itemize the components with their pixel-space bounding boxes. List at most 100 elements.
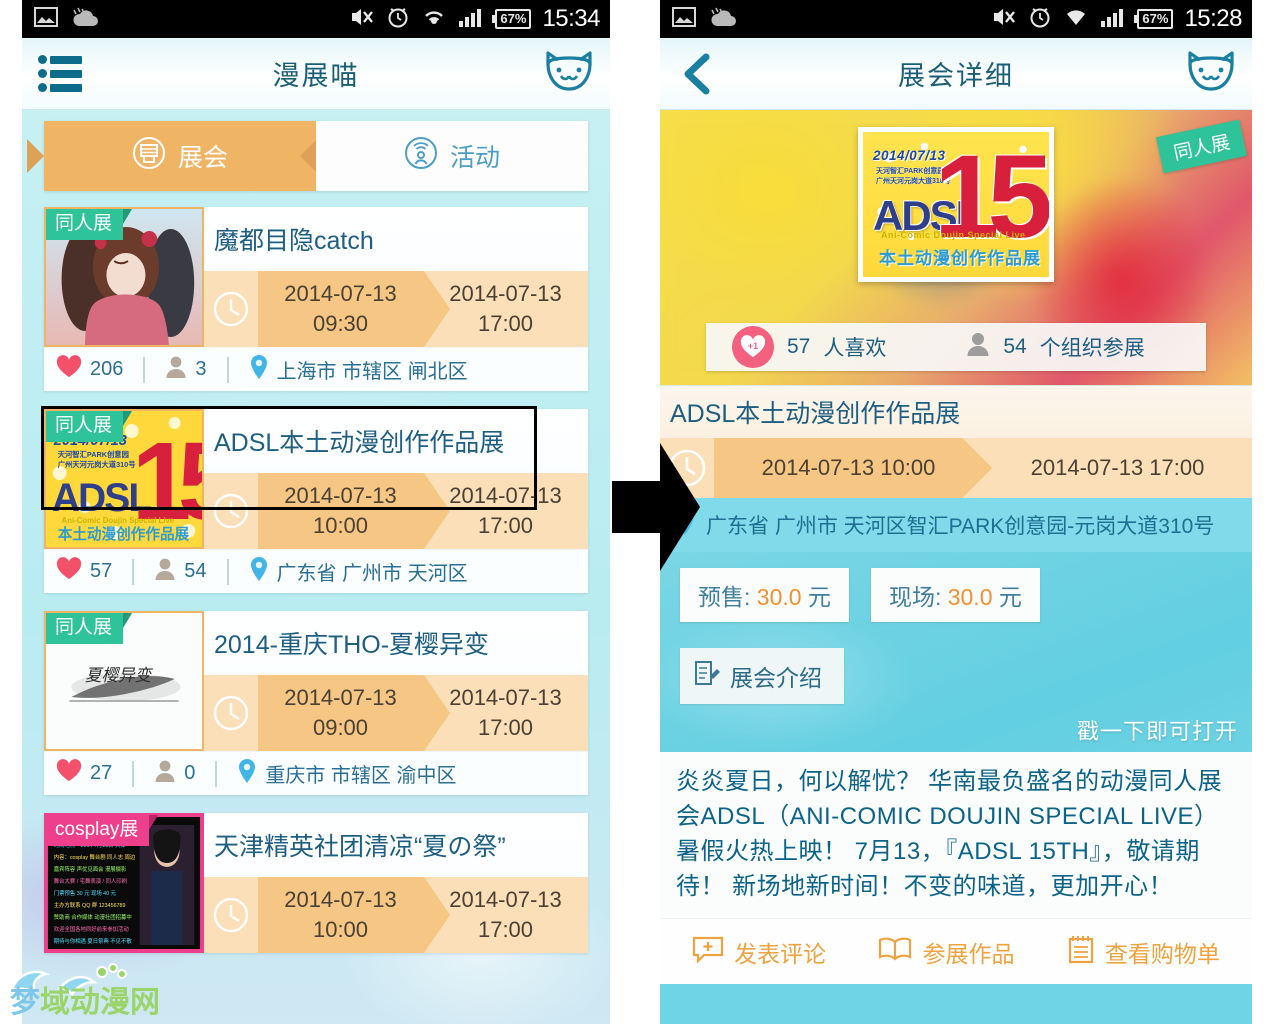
price-row: 预售: 30.0 元 现场: 30.0 元 xyxy=(660,568,1252,622)
event-thumbnail: 同人展 xyxy=(44,207,204,347)
event-time-band: 2014-07-13 10:00 2014-07-13 17:00 xyxy=(204,877,588,953)
svg-text:内容：cosplay 舞台剧 同人志 周边: 内容：cosplay 舞台剧 同人志 周边 xyxy=(54,853,136,861)
event-time-band: 2014-07-13 09:30 2014-07-13 17:00 xyxy=(204,271,588,347)
event-start-date: 2014-07-13 xyxy=(284,281,397,306)
event-end: 2014-07-13 17:00 xyxy=(423,885,588,945)
detail-time-band: 2014-07-13 10:00 2014-07-13 17:00 xyxy=(660,438,1252,498)
svg-text:主办方联系 QQ 群 123456789: 主办方联系 QQ 群 123456789 xyxy=(54,901,126,909)
like-count-cell[interactable]: 206 xyxy=(56,354,123,385)
tab-exhibition-label: 展会 xyxy=(177,144,228,172)
tab-activity[interactable]: 活动 xyxy=(316,121,588,191)
tab-exhibition[interactable]: 展会 xyxy=(44,121,316,191)
like-count: 57 xyxy=(90,560,113,582)
event-card[interactable]: 同人展 魔都目隐catch 2014-07-13 09:30 2014-07-1… xyxy=(44,207,588,391)
like-count-cell[interactable]: 27 xyxy=(56,758,113,789)
like-count-cell[interactable]: 57 xyxy=(56,556,113,587)
clock-icon xyxy=(204,693,258,733)
person-icon xyxy=(154,557,176,587)
back-chevron-icon[interactable] xyxy=(676,51,722,97)
event-thumbnail: cosplay展 ★彡 天津精英社团 清凉夏の祭 彡★ 时间 xyxy=(44,813,204,953)
signal-icon xyxy=(1100,6,1126,33)
location-text: 上海市 市辖区 闸北区 xyxy=(276,361,468,383)
cat-logo-icon[interactable] xyxy=(542,49,596,98)
event-card-footer: 57 54 广东省 广州市 天河区 xyxy=(44,549,588,593)
page-title: 展会详细 xyxy=(898,61,1014,91)
screenshot-root: 67% 15:34 漫展喵 展会 活动 同人展 魔都目隐catch 2014-0… xyxy=(0,0,1269,1024)
like-count: 27 xyxy=(90,762,113,784)
person-icon xyxy=(966,331,990,363)
exhibition-intro-button[interactable]: 展会介绍 xyxy=(680,648,844,704)
person-icon xyxy=(154,759,176,789)
signal-icon xyxy=(458,6,484,33)
event-poster[interactable]: 2014/07/13 天河智汇PARK创意园 广州天河元岗大道310号 ADSL… xyxy=(858,127,1054,282)
tab-strip: 展会 活动 xyxy=(44,121,588,191)
event-thumbnail: 同人展 2014/07/13 天河智汇PARK创意园 广州天河元岗大道310号 xyxy=(44,409,204,549)
presale-price-unit: 元 xyxy=(807,584,831,610)
svg-text:Ani-Comic Doujin Special Live: Ani-Comic Doujin Special Live xyxy=(62,516,175,525)
exhibition-icon xyxy=(132,136,166,177)
svg-text:期待与你相遇 夏日祭典 不见不散: 期待与你相遇 夏日祭典 不见不散 xyxy=(54,937,132,945)
event-title: 魔都目隐catch xyxy=(204,207,588,271)
event-description: 炎炎夏日，何以解忧？ 华南最负盛名的动漫同人展会ADSL（ANI-COMIC D… xyxy=(660,752,1252,918)
event-card[interactable]: 同人展 夏樱异变 2014-重庆THO-夏樱异变 2014-07-13 09:0… xyxy=(44,611,588,795)
weather-cloud-icon xyxy=(708,6,740,33)
group-count-cell: 0 xyxy=(154,759,195,789)
presale-price-label: 预售: xyxy=(698,584,751,610)
event-hero-banner: 同人展 2014/07/13 天河智汇PARK创意园 广州天河元岗大道310号 … xyxy=(660,110,1252,386)
svg-text:嘉宾阵容 声优见面会 漫展摄影: 嘉宾阵容 声优见面会 漫展摄影 xyxy=(54,865,127,873)
cat-logo-icon[interactable] xyxy=(1184,49,1238,98)
event-stats-bar: +1 57 人喜欢 54 个组织参展 xyxy=(706,323,1206,371)
event-card-footer: 27 0 重庆市 市辖区 渝中区 xyxy=(44,751,588,795)
hamburger-menu-icon[interactable] xyxy=(38,50,84,97)
group-count: 54 xyxy=(184,560,207,582)
location-cell: 重庆市 市辖区 渝中区 xyxy=(237,758,457,790)
event-badge: cosplay展 xyxy=(46,815,159,846)
presale-price-amount: 30.0 xyxy=(756,584,802,610)
event-badge: 同人展 xyxy=(46,613,133,644)
activity-person-icon xyxy=(404,136,438,177)
view-shopping-list-button[interactable]: 查看购物单 xyxy=(1067,934,1220,970)
weather-cloud-icon xyxy=(70,6,102,33)
event-end-time: 17:00 xyxy=(477,311,534,336)
image-icon xyxy=(672,6,696,32)
event-card[interactable]: cosplay展 ★彡 天津精英社团 清凉夏の祭 彡★ 时间 xyxy=(44,813,588,953)
exhibited-works-button[interactable]: 参展作品 xyxy=(878,935,1014,969)
poster-english-subtitle: Ani-Comic Doujin Special Live xyxy=(881,230,1026,240)
event-card-footer: 206 3 上海市 市辖区 闸北区 xyxy=(44,347,588,391)
location-cell: 上海市 市辖区 闸北区 xyxy=(249,354,468,386)
event-end: 2014-07-13 17:00 xyxy=(423,683,588,743)
event-start: 2014-07-13 09:30 xyxy=(258,279,423,339)
event-start-date: 2014-07-13 xyxy=(284,887,397,912)
event-end-date: 2014-07-13 xyxy=(449,887,562,912)
event-start-date: 2014-07-13 xyxy=(284,483,397,508)
location-text: 广东省 广州市 天河区 xyxy=(276,563,468,585)
like-stat[interactable]: +1 57 人喜欢 xyxy=(732,326,886,368)
post-comment-label: 发表评论 xyxy=(734,940,827,967)
detail-location-row[interactable]: 广东省 广州市 天河区智汇PARK创意园-元岗大道310号 xyxy=(660,498,1252,552)
heart-icon xyxy=(56,556,82,587)
event-start-time: 10:00 xyxy=(312,513,369,538)
event-start: 2014-07-13 10:00 xyxy=(258,481,423,541)
heart-plus-icon[interactable]: +1 xyxy=(732,326,774,368)
exhibited-works-label: 参展作品 xyxy=(922,940,1015,967)
event-end-time: 17:00 xyxy=(477,917,534,942)
event-card-list: 同人展 魔都目隐catch 2014-07-13 09:30 2014-07-1… xyxy=(41,207,588,953)
event-time-band: 2014-07-13 09:00 2014-07-13 17:00 xyxy=(204,675,588,751)
detail-end-datetime: 2014-07-13 17:00 xyxy=(1030,455,1205,480)
event-badge: 同人展 xyxy=(46,411,133,442)
event-card-selected[interactable]: 同人展 2014/07/13 天河智汇PARK创意园 广州天河元岗大道310号 xyxy=(41,406,588,593)
group-stat: 54 个组织参展 xyxy=(966,331,1145,363)
person-icon xyxy=(165,355,187,385)
post-comment-button[interactable]: 发表评论 xyxy=(692,935,826,969)
clock-icon xyxy=(204,289,258,329)
left-phone-screen: 67% 15:34 漫展喵 展会 活动 同人展 魔都目隐catch 2014-0… xyxy=(22,0,610,1024)
onsite-price-box: 现场: 30.0 元 xyxy=(870,568,1040,622)
document-edit-icon xyxy=(694,659,720,693)
page-title: 漫展喵 xyxy=(272,61,360,91)
group-stat-label: 个组织参展 xyxy=(1039,337,1145,360)
mute-icon xyxy=(349,5,375,34)
wifi-icon xyxy=(421,6,447,33)
group-count: 3 xyxy=(195,358,207,380)
event-start-time: 10:00 xyxy=(312,917,369,942)
svg-text:门票预售 30 元 现场 40 元: 门票预售 30 元 现场 40 元 xyxy=(54,889,117,897)
